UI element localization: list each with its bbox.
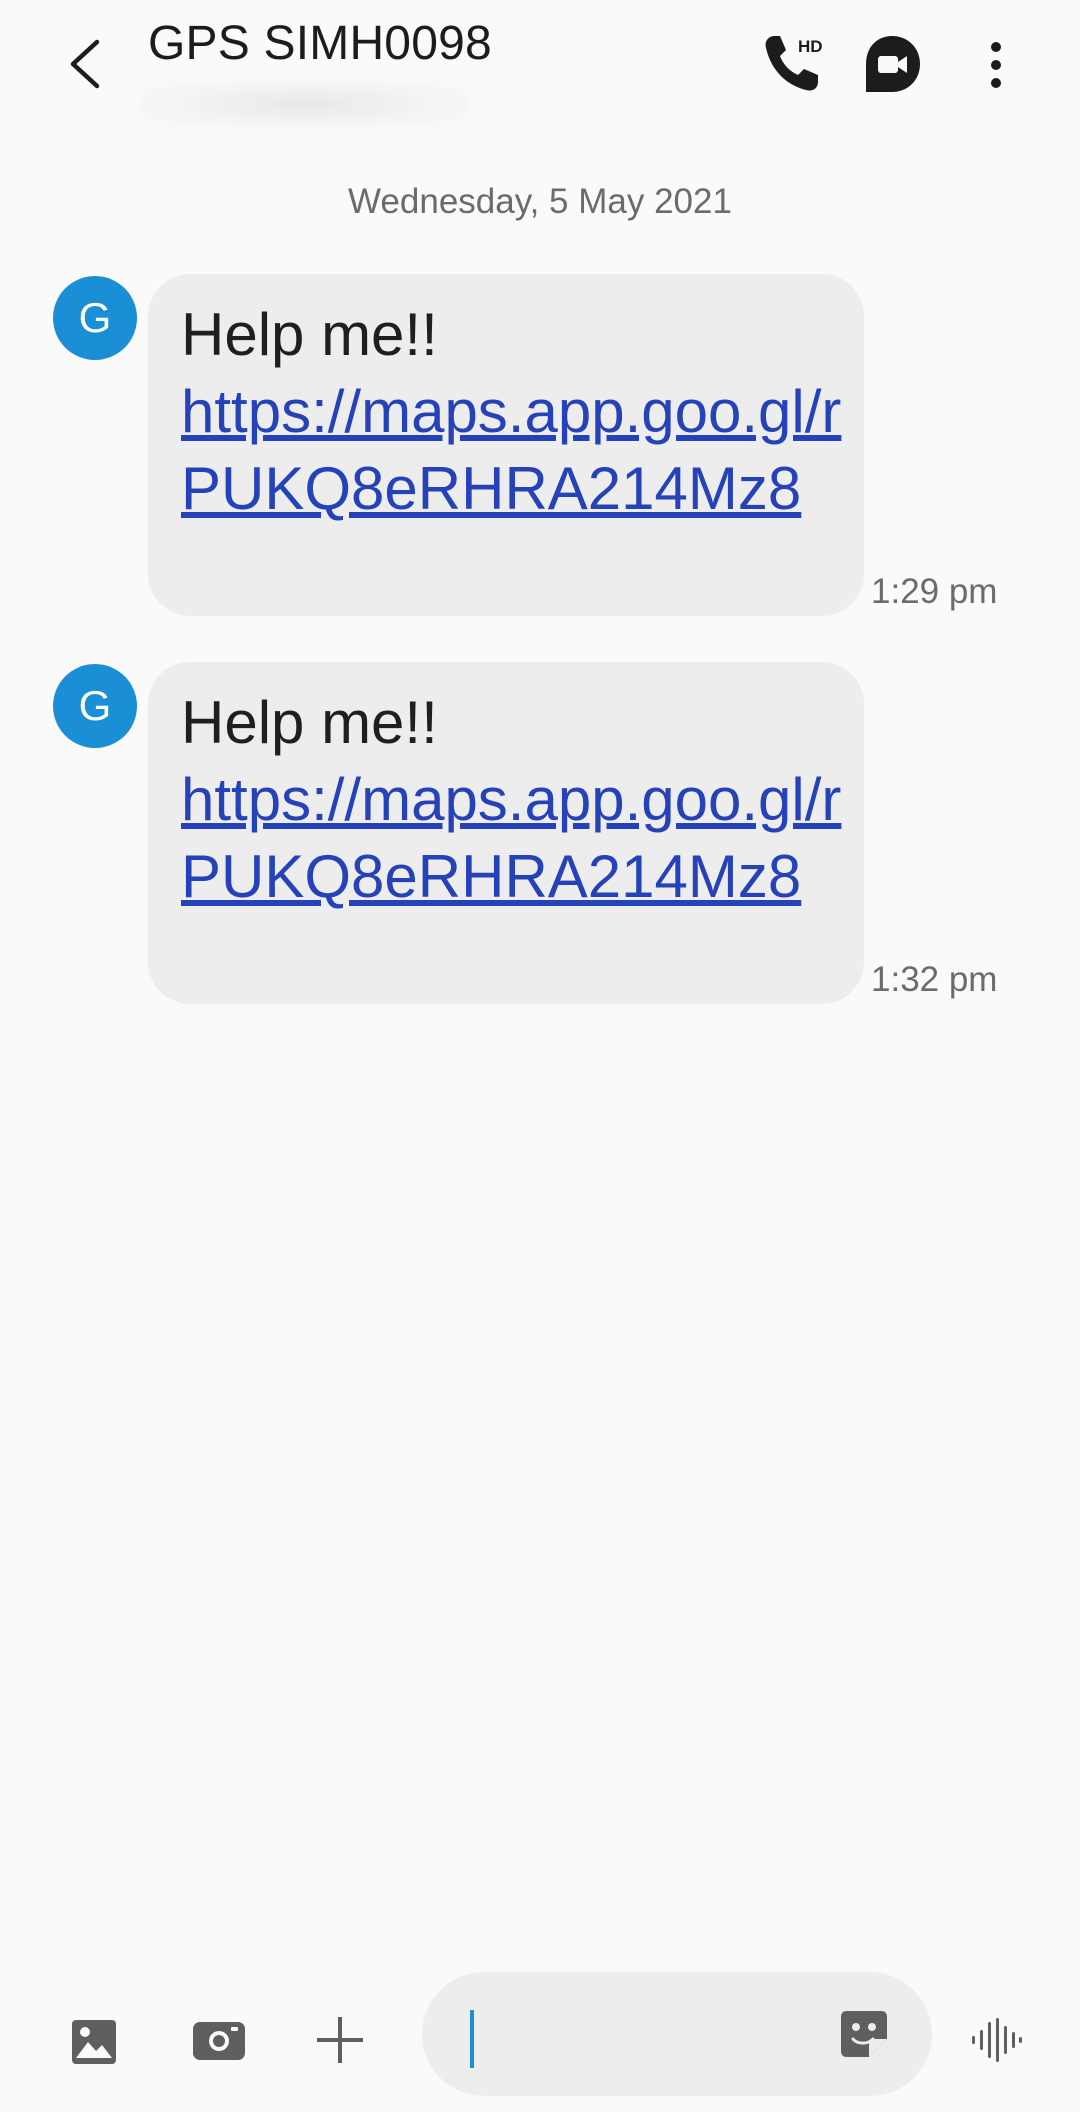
message-input[interactable] [476, 1998, 816, 2074]
camera-button[interactable] [188, 2010, 250, 2070]
call-badge: HD [798, 37, 823, 56]
hd-call-button[interactable]: HD [756, 30, 832, 100]
voice-input-button[interactable] [966, 2010, 1026, 2070]
hd-voice-call-icon: HD [765, 36, 823, 91]
date-separator: Wednesday, 5 May 2021 [348, 182, 732, 221]
message-bubble[interactable]: Help me!! https://maps.app.goo.gl/rPUKQ8… [148, 662, 864, 1004]
video-call-button[interactable] [862, 34, 922, 94]
sticker-button[interactable] [836, 2006, 892, 2062]
sender-avatar[interactable]: G [53, 664, 137, 748]
avatar-letter: G [78, 682, 112, 729]
message-bubble[interactable]: Help me!! https://maps.app.goo.gl/rPUKQ8… [148, 274, 864, 616]
conversation-header: GPS SIMH0098 HD [0, 0, 1080, 150]
message-text: Help me!! [181, 689, 438, 756]
image-gallery-icon [72, 2020, 116, 2064]
conversation-screen: GPS SIMH0098 HD Wednesday, 5 May 2021 G … [0, 0, 1080, 2112]
camera-icon [193, 2022, 245, 2060]
message-time: 1:32 pm [871, 960, 998, 999]
voice-waveform-icon [972, 2018, 1022, 2062]
plus-icon [317, 2017, 363, 2063]
composer-bar [0, 1960, 1080, 2112]
message-time: 1:29 pm [871, 572, 998, 611]
text-cursor [470, 2010, 474, 2068]
add-attachment-button[interactable] [310, 2010, 370, 2070]
gallery-button[interactable] [62, 2010, 126, 2074]
message-link[interactable]: https://maps.app.goo.gl/rPUKQ8eRHRA214Mz… [181, 761, 844, 915]
back-arrow-icon [70, 39, 100, 89]
sender-avatar[interactable]: G [53, 276, 137, 360]
contact-number-redacted [140, 80, 470, 128]
avatar-letter: G [78, 294, 112, 341]
more-options-button[interactable] [970, 30, 1022, 100]
video-call-icon [866, 36, 920, 92]
contact-name[interactable]: GPS SIMH0098 [148, 16, 492, 71]
message-text: Help me!! [181, 301, 438, 368]
back-button[interactable] [52, 28, 116, 100]
message-link[interactable]: https://maps.app.goo.gl/rPUKQ8eRHRA214Mz… [181, 373, 844, 527]
more-vertical-icon [991, 42, 1001, 88]
sticker-icon [841, 2011, 887, 2057]
